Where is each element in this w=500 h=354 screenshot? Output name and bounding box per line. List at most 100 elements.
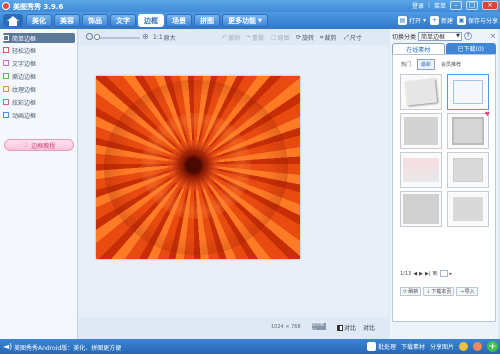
close-icon[interactable]: × bbox=[482, 1, 498, 10]
plus-icon: + bbox=[429, 16, 439, 25]
zoom-slider[interactable] bbox=[96, 37, 140, 39]
frame-thumbnail[interactable] bbox=[447, 191, 489, 227]
tab-accessories[interactable]: 饰品 bbox=[82, 14, 108, 27]
tab-more[interactable]: 更多功能 ▼ bbox=[222, 14, 268, 27]
chrysanthemum-photo[interactable] bbox=[96, 76, 300, 259]
login-link[interactable]: 登录 bbox=[412, 1, 424, 10]
category-label: 切换分类 bbox=[392, 33, 417, 41]
tab-scenes[interactable]: 场景 bbox=[166, 14, 192, 27]
android-promo-link[interactable]: 美图秀秀Android版：美化、拼图更方便 bbox=[14, 343, 121, 352]
speaker-icon: ◄) bbox=[3, 342, 13, 351]
frame-icon bbox=[3, 60, 9, 66]
tab-frames[interactable]: 边框 bbox=[138, 14, 164, 27]
import-icon: ⇥ bbox=[459, 288, 464, 295]
title-bar: 美图秀秀 3.9.6 登录 | 菜单 – □ × bbox=[0, 0, 500, 12]
frame-thumbnail[interactable] bbox=[400, 113, 442, 149]
material-panel: 切换分类 简单边框 ▼ ? × 在线素材 已下载(0) 热门 最新 会员推荐 ♥ … bbox=[390, 29, 498, 339]
filter-latest[interactable]: 最新 bbox=[417, 59, 436, 70]
batch-icon bbox=[366, 342, 376, 351]
separator: | bbox=[427, 2, 430, 9]
weibo-icon[interactable] bbox=[473, 342, 482, 351]
open-button[interactable]: ▤ 打开 ▾ bbox=[397, 15, 426, 26]
sidebar-item-easy-frame[interactable]: 轻松边框 bbox=[3, 45, 75, 55]
last-page-icon[interactable]: ▶| bbox=[425, 271, 431, 277]
image-icon: ▢ bbox=[271, 34, 277, 41]
frame-thumbnail[interactable] bbox=[400, 152, 442, 188]
compare-button[interactable]: 对比 bbox=[363, 323, 375, 332]
menu-button[interactable]: 菜单 bbox=[434, 1, 446, 10]
frame-thumbnail[interactable] bbox=[400, 74, 442, 110]
home-icon[interactable] bbox=[3, 14, 23, 27]
page-indicator: 1/13 bbox=[400, 270, 412, 277]
category-select[interactable]: 简单边框 ▼ bbox=[418, 31, 463, 41]
app-logo-icon bbox=[2, 2, 10, 10]
tab-collage[interactable]: 拼图 bbox=[194, 14, 220, 27]
next-page-icon[interactable]: ▶ bbox=[419, 271, 423, 277]
actual-size-button[interactable]: 1:1 原大 bbox=[153, 33, 176, 42]
sidebar-item-colorful-frame[interactable]: 炫彩边框 bbox=[3, 97, 75, 107]
sidebar-item-animated-frame[interactable]: 动画边框 bbox=[3, 110, 75, 120]
add-icon[interactable]: + bbox=[487, 341, 498, 352]
canvas-status: 1024 × 768 适合窗口 对比 对比 bbox=[79, 321, 389, 336]
crop-button[interactable]: ⌗ 裁剪 bbox=[320, 33, 336, 43]
share-image-button[interactable]: 分享图片 bbox=[430, 342, 454, 351]
frame-icon bbox=[3, 86, 9, 92]
refresh-icon: ⟳ bbox=[403, 288, 408, 295]
sidebar-item-texture-frame[interactable]: 纹理边框 bbox=[3, 84, 75, 94]
frame-category-panel: 简单边框 轻松边框 文字边框 撕边边框 纹理边框 炫彩边框 动画边框 ♡ 边框教程 bbox=[0, 29, 78, 339]
original-button[interactable]: ▢ 原图 bbox=[271, 33, 290, 42]
bottom-status-bar: ◄) 美图秀秀Android版：美化、拼图更方便 批处理 下载素材 分享图片 + bbox=[0, 339, 500, 354]
filter-hot[interactable]: 热门 bbox=[397, 59, 415, 70]
material-actions: ⟳ 刷新 ↓ 下载本页 ⇥ 导入 bbox=[400, 287, 478, 296]
frame-icon bbox=[3, 47, 9, 53]
frame-thumbnail[interactable] bbox=[447, 74, 489, 110]
status-actions: 批处理 下载素材 分享图片 + bbox=[366, 341, 498, 352]
undo-button[interactable]: ↶ 撤销 bbox=[222, 33, 240, 42]
minimize-icon[interactable]: – bbox=[450, 1, 462, 10]
save-share-button[interactable]: ▣ 保存与分享 bbox=[456, 15, 498, 26]
frame-thumbnail[interactable]: ♥ bbox=[447, 111, 490, 149]
filter-vip[interactable]: 会员推荐 bbox=[437, 59, 465, 70]
zoom-out-icon[interactable] bbox=[86, 33, 93, 40]
page-input[interactable] bbox=[439, 270, 448, 277]
maximize-icon[interactable]: □ bbox=[466, 1, 478, 10]
contrast-button[interactable]: 对比 bbox=[337, 323, 356, 332]
folder-icon: ▤ bbox=[397, 16, 407, 25]
tab-text[interactable]: 文字 bbox=[110, 14, 136, 27]
sidebar-item-simple-frame[interactable]: 简单边框 bbox=[3, 33, 75, 43]
frame-thumbnail[interactable] bbox=[400, 191, 442, 227]
close-panel-icon[interactable]: × bbox=[490, 32, 496, 40]
redo-icon: ↷ bbox=[246, 34, 252, 41]
file-actions: ▤ 打开 ▾ + 新建 ▣ 保存与分享 bbox=[397, 15, 498, 26]
zoom-slider-handle[interactable] bbox=[94, 34, 100, 40]
zoom-in-icon[interactable]: ⊕ bbox=[142, 32, 149, 41]
go-icon[interactable]: ▸ bbox=[450, 271, 453, 277]
refresh-button[interactable]: ⟳ 刷新 bbox=[400, 287, 422, 296]
resize-button[interactable]: ⤢ 尺寸 bbox=[344, 33, 362, 43]
sidebar-item-torn-frame[interactable]: 撕边边框 bbox=[3, 71, 75, 81]
fit-window-button[interactable]: 适合窗口 bbox=[312, 321, 326, 332]
frame-tutorial-button[interactable]: ♡ 边框教程 bbox=[4, 139, 74, 151]
rotate-button[interactable]: ⟳ 旋转 bbox=[296, 33, 314, 42]
frame-icon bbox=[3, 35, 9, 41]
goto-label: 到 bbox=[432, 271, 438, 277]
tab-beautify[interactable]: 美化 bbox=[26, 14, 52, 27]
image-canvas[interactable]: 1024 × 768 适合窗口 对比 对比 bbox=[79, 45, 389, 332]
sidebar-item-text-frame[interactable]: 文字边框 bbox=[3, 58, 75, 68]
download-material-button[interactable]: 下载素材 bbox=[401, 342, 425, 351]
frame-thumbnail[interactable] bbox=[447, 152, 489, 188]
tab-online-material[interactable]: 在线素材 bbox=[392, 43, 445, 54]
image-dimensions: 1024 × 768 bbox=[271, 324, 301, 330]
heart-icon: ♡ bbox=[22, 141, 29, 149]
tab-face[interactable]: 美容 bbox=[54, 14, 80, 27]
import-button[interactable]: ⇥ 导入 bbox=[456, 287, 478, 296]
batch-button[interactable]: 批处理 bbox=[366, 342, 396, 351]
redo-button[interactable]: ↷ 重做 bbox=[246, 33, 264, 42]
star-icon[interactable] bbox=[459, 342, 468, 351]
tab-downloaded[interactable]: 已下载(0) bbox=[445, 43, 496, 54]
download-page-button[interactable]: ↓ 下载本页 bbox=[423, 287, 455, 296]
new-button[interactable]: + 新建 bbox=[429, 15, 453, 26]
prev-page-icon[interactable]: ◀ bbox=[413, 271, 417, 277]
help-icon[interactable]: ? bbox=[464, 32, 473, 40]
save-icon: ▣ bbox=[456, 16, 466, 25]
